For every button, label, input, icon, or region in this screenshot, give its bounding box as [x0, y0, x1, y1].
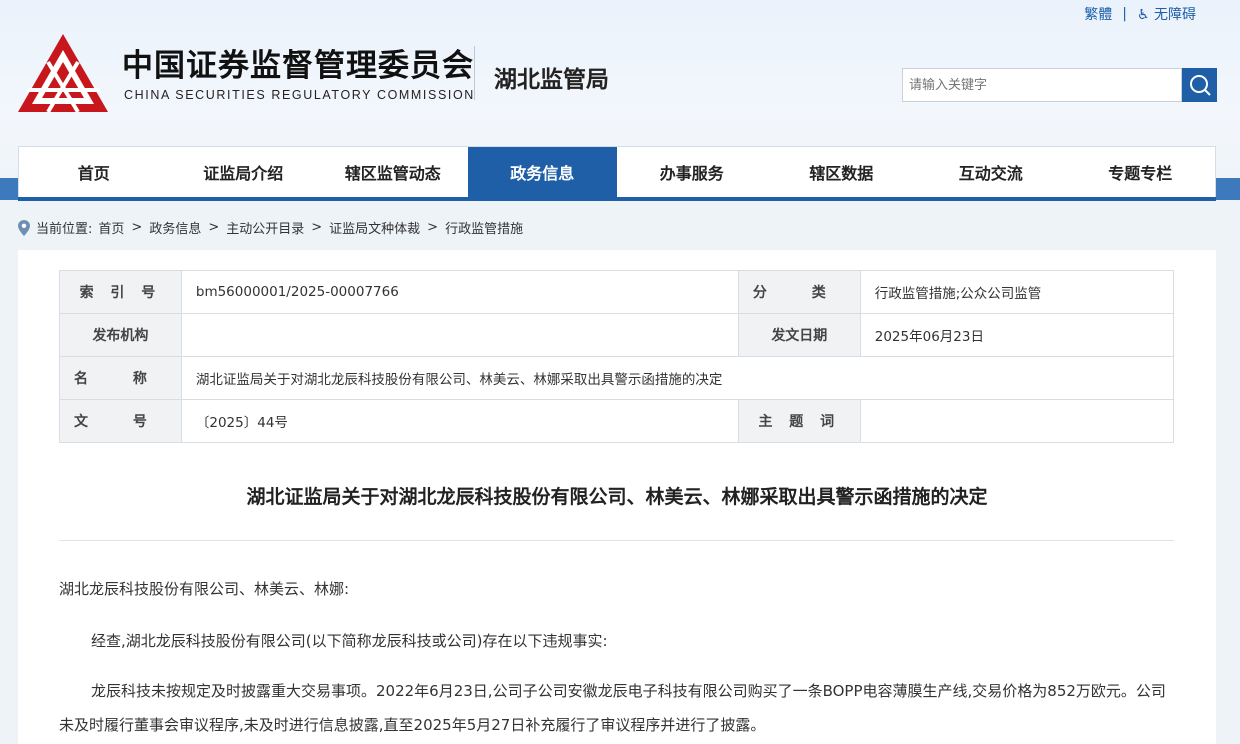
date-label: 发文日期 — [737, 313, 861, 357]
org-name-en: CHINA SECURITIES REGULATORY COMMISSION — [124, 88, 475, 102]
index-value: bm56000001/2025-00007766 — [180, 270, 739, 314]
meta-row: 索 引 号 bm56000001/2025-00007766 分 类 行政监管措… — [59, 270, 1175, 314]
nav-item-regional-data[interactable]: 辖区数据 — [767, 147, 917, 197]
issuer-value — [180, 313, 739, 357]
traditional-chinese-link[interactable]: 繁體 — [1084, 4, 1112, 24]
index-label: 索 引 号 — [59, 270, 182, 314]
breadcrumb-item-gov-info[interactable]: 政务信息 — [149, 218, 201, 237]
csrc-logo[interactable] — [16, 32, 110, 116]
search-input[interactable] — [902, 68, 1182, 102]
nav-item-bureau-intro[interactable]: 证监局介绍 — [169, 147, 319, 197]
nav-item-services[interactable]: 办事服务 — [617, 147, 767, 197]
nav-item-special-topics[interactable]: 专题专栏 — [1066, 147, 1216, 197]
main-nav: 首页 证监局介绍 辖区监管动态 政务信息 办事服务 辖区数据 互动交流 专题专栏 — [18, 146, 1216, 198]
breadcrumb-separator: > — [208, 220, 220, 235]
meta-row: 文 号 〔2025〕44号 主 题 词 — [59, 399, 1175, 443]
document-title: 湖北证监局关于对湖北龙辰科技股份有限公司、林美云、林娜采取出具警示函措施的决定 — [246, 486, 988, 508]
header-divider — [474, 46, 475, 100]
docno-value: 〔2025〕44号 — [180, 399, 739, 443]
top-links-separator: | — [1122, 6, 1127, 22]
search-icon — [1189, 75, 1211, 96]
breadcrumb-separator: > — [427, 220, 439, 235]
document-meta-table: 索 引 号 bm56000001/2025-00007766 分 类 行政监管措… — [59, 270, 1175, 443]
meta-row: 发布机构 发文日期 2025年06月23日 — [59, 313, 1175, 357]
breadcrumb-item-disclosure-catalog[interactable]: 主动公开目录 — [226, 218, 304, 237]
nav-item-interaction[interactable]: 互动交流 — [916, 147, 1066, 197]
breadcrumb: 当前位置: 首页 > 政务信息 > 主动公开目录 > 证监局文种体裁 > 行政监… — [18, 218, 523, 237]
org-name-cn: 中国证券监督管理委员会 — [122, 48, 474, 84]
keywords-label: 主 题 词 — [737, 399, 861, 443]
accessibility-label: 无障碍 — [1154, 7, 1196, 23]
paragraph-violation: 龙辰科技未按规定及时披露重大交易事项。2022年6月23日,公司子公司安徽龙辰电… — [59, 682, 1166, 734]
breadcrumb-prefix: 当前位置: — [36, 222, 93, 237]
location-pin-icon — [18, 219, 30, 236]
category-value: 行政监管措施;公众公司监管 — [859, 270, 1175, 314]
breadcrumb-separator: > — [131, 220, 143, 235]
salutation: 湖北龙辰科技股份有限公司、林美云、林娜: — [59, 580, 350, 598]
search-button[interactable] — [1182, 68, 1217, 102]
category-label: 分 类 — [737, 270, 861, 314]
title-divider — [59, 540, 1174, 541]
date-value: 2025年06月23日 — [859, 313, 1175, 357]
branch-name: 湖北监管局 — [494, 67, 609, 93]
top-links: 繁體 | ♿ 无障碍 — [1084, 4, 1196, 24]
breadcrumb-item-home[interactable]: 首页 — [98, 218, 124, 237]
paragraph-findings: 经查,湖北龙辰科技股份有限公司(以下简称龙辰科技或公司)存在以下违规事实: — [91, 632, 608, 650]
nav-item-gov-info[interactable]: 政务信息 — [467, 147, 617, 197]
keywords-value — [859, 399, 1175, 443]
breadcrumb-separator: > — [311, 220, 323, 235]
content-panel: 索 引 号 bm56000001/2025-00007766 分 类 行政监管措… — [18, 250, 1216, 744]
nav-item-home[interactable]: 首页 — [19, 147, 169, 197]
name-value: 湖北证监局关于对湖北龙辰科技股份有限公司、林美云、林娜采取出具警示函措施的决定 — [180, 356, 1175, 400]
docno-label: 文 号 — [59, 399, 182, 443]
issuer-label: 发布机构 — [59, 313, 182, 357]
name-label: 名 称 — [59, 356, 182, 400]
nav-underline — [18, 197, 1216, 201]
meta-row: 名 称 湖北证监局关于对湖北龙辰科技股份有限公司、林美云、林娜采取出具警示函措施… — [59, 356, 1175, 400]
nav-item-regional-news[interactable]: 辖区监管动态 — [318, 147, 468, 197]
breadcrumb-item-doc-types[interactable]: 证监局文种体裁 — [329, 218, 420, 237]
accessibility-icon: ♿ — [1136, 7, 1150, 23]
breadcrumb-item-admin-measures[interactable]: 行政监管措施 — [445, 218, 523, 237]
accessibility-link[interactable]: ♿ 无障碍 — [1137, 4, 1196, 24]
